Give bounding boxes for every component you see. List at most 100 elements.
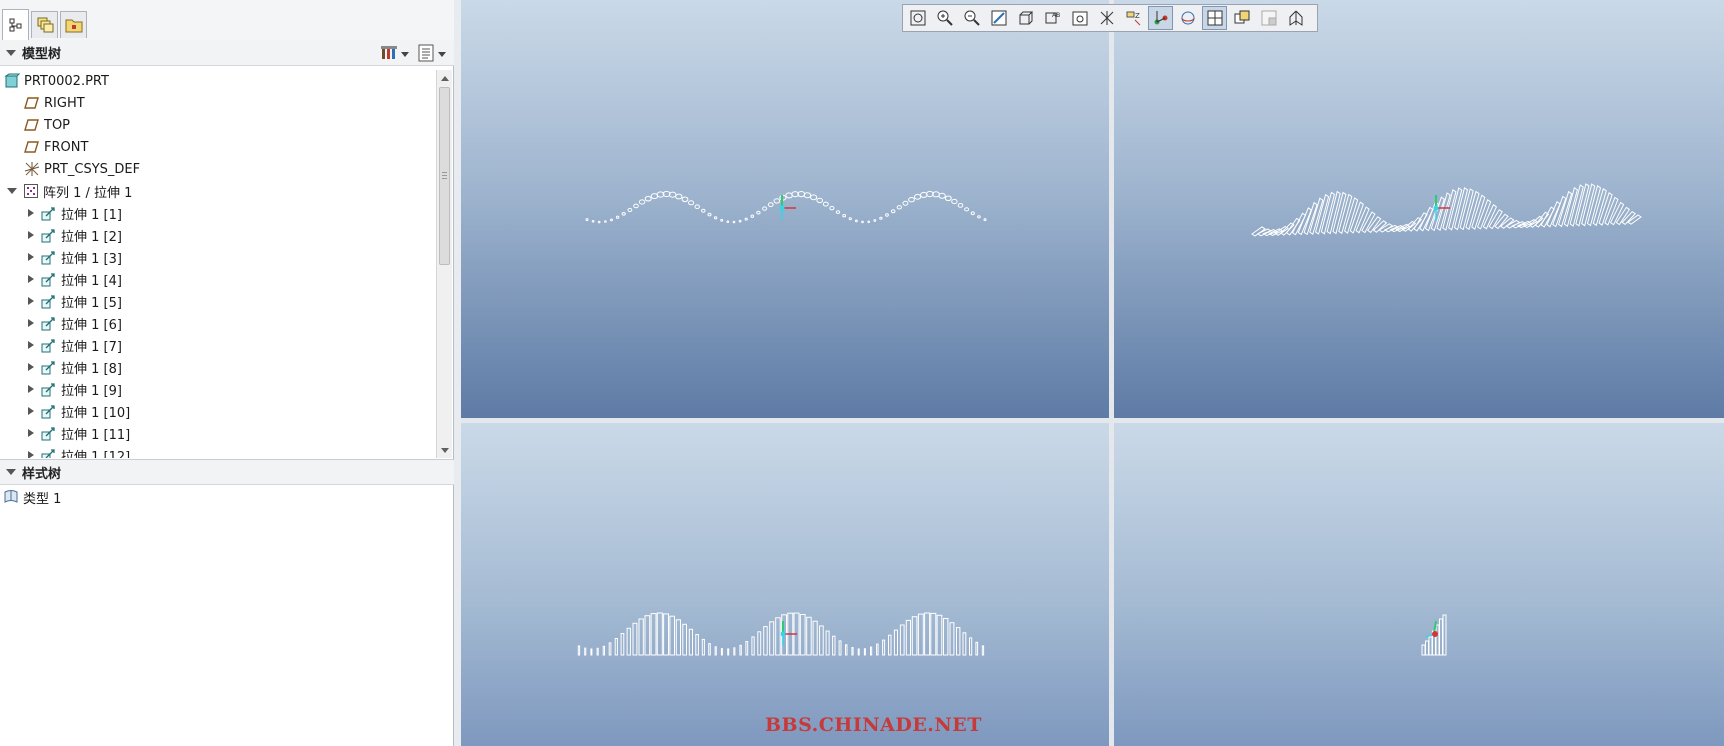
- tree-item-label: 拉伸 1 [4]: [61, 273, 122, 289]
- tree-item-1[interactable]: PRT0002.PRT: [4, 70, 438, 92]
- viewport-top-right[interactable]: [1114, 0, 1724, 418]
- datum-display-button[interactable]: [1094, 6, 1119, 30]
- list-view-icon: [417, 44, 435, 65]
- expand-toggle-icon[interactable]: [28, 209, 34, 217]
- tree-item-label: 拉伸 1 [10]: [61, 405, 131, 421]
- folder-tab[interactable]: [60, 11, 87, 38]
- extrude-icon: [41, 337, 57, 353]
- layers-tab[interactable]: [31, 11, 58, 38]
- tree-item-9[interactable]: 拉伸 1 [3]: [28, 246, 454, 268]
- tree-item-6[interactable]: 阵列 1 / 拉伸 1: [7, 180, 454, 202]
- style-tree-item[interactable]: 类型 1: [3, 486, 437, 508]
- expand-toggle-icon[interactable]: [28, 429, 34, 437]
- tree-item-13[interactable]: 拉伸 1 [7]: [28, 334, 454, 356]
- navigator-panel: 模型树 PRT0002.PRT RIGHT TOP FRONT PRT_CSYS…: [0, 0, 454, 746]
- tree-item-label: 阵列 1 / 拉伸 1: [43, 185, 133, 201]
- expand-toggle-icon[interactable]: [28, 385, 34, 393]
- settings-dropdown-button[interactable]: [378, 43, 411, 66]
- tree-item-15[interactable]: 拉伸 1 [9]: [28, 378, 454, 400]
- link-view-button[interactable]: [1256, 6, 1281, 30]
- tree-item-2[interactable]: RIGHT: [24, 92, 454, 114]
- expand-toggle-icon[interactable]: [28, 341, 34, 349]
- zoom-in-button[interactable]: [932, 6, 957, 30]
- grip-line: [442, 178, 447, 179]
- viewport-splitter-horizontal[interactable]: [461, 418, 1724, 423]
- view-manager-button[interactable]: [1067, 6, 1092, 30]
- section-view-button[interactable]: [1283, 6, 1308, 30]
- style-tree-header[interactable]: 样式树: [0, 459, 454, 485]
- four-view-button[interactable]: [1202, 6, 1227, 30]
- scroll-thumb[interactable]: [439, 87, 450, 265]
- folder-tab-icon: [65, 17, 83, 33]
- viewport-bottom-right[interactable]: [1114, 423, 1724, 746]
- section-view-icon: [1286, 8, 1306, 28]
- style-tree-title: 样式树: [22, 466, 62, 482]
- csys-triad-icon: [779, 195, 796, 220]
- repaint-button[interactable]: [986, 6, 1011, 30]
- tree-item-10[interactable]: 拉伸 1 [4]: [28, 268, 454, 290]
- extrude-icon: [41, 249, 57, 265]
- display-style-button[interactable]: [1013, 6, 1038, 30]
- extrude-icon: [41, 227, 57, 243]
- show-dropdown-button[interactable]: [415, 43, 448, 66]
- tree-item-12[interactable]: 拉伸 1 [6]: [28, 312, 454, 334]
- tree-scrollbar[interactable]: [436, 70, 452, 458]
- copy-view-button[interactable]: [1229, 6, 1254, 30]
- tree-item-7[interactable]: 拉伸 1 [1]: [28, 202, 454, 224]
- extrude-icon: [41, 425, 57, 441]
- display-style-icon: [1016, 8, 1036, 28]
- tree-item-11[interactable]: 拉伸 1 [5]: [28, 290, 454, 312]
- part-icon: [4, 73, 20, 89]
- expand-toggle-icon[interactable]: [28, 297, 34, 305]
- tree-item-14[interactable]: 拉伸 1 [8]: [28, 356, 454, 378]
- tree-item-17[interactable]: 拉伸 1 [11]: [28, 422, 454, 444]
- tree-item-label: RIGHT: [44, 95, 85, 111]
- collapse-icon[interactable]: [6, 49, 16, 56]
- tree-item-8[interactable]: 拉伸 1 [2]: [28, 224, 454, 246]
- orient-mode-button[interactable]: [1175, 6, 1200, 30]
- model-tree: PRT0002.PRT RIGHT TOP FRONT PRT_CSYS_DEF 阵列 1…: [0, 68, 454, 458]
- expand-toggle-icon[interactable]: [28, 275, 34, 283]
- expand-toggle-icon[interactable]: [28, 319, 34, 327]
- extrude-icon: [41, 293, 57, 309]
- extrude-icon: [41, 315, 57, 331]
- model-tree-header[interactable]: 模型树: [0, 40, 454, 66]
- zoom-in-icon: [935, 8, 955, 28]
- tree-item-label: TOP: [44, 117, 71, 133]
- tree-item-4[interactable]: FRONT: [24, 136, 454, 158]
- expand-toggle-icon[interactable]: [28, 231, 34, 239]
- repaint-icon: [989, 8, 1009, 28]
- arrow-up-icon: [440, 75, 449, 81]
- pattern-iso-view: [1251, 183, 1642, 237]
- tree-item-label: 拉伸 1 [12]: [61, 449, 131, 459]
- expand-toggle-icon[interactable]: [28, 363, 34, 371]
- datum-plane-icon: [24, 95, 40, 111]
- tree-item-18[interactable]: 拉伸 1 [12]: [28, 444, 454, 458]
- expand-toggle-icon[interactable]: [28, 253, 34, 261]
- saved-views-button[interactable]: AB: [1040, 6, 1065, 30]
- spin-center-button[interactable]: [1148, 6, 1173, 30]
- zoom-out-button[interactable]: [959, 6, 984, 30]
- annotation-display-button[interactable]: Z: [1121, 6, 1146, 30]
- expand-toggle-icon[interactable]: [28, 407, 34, 415]
- tree-item-label: PRT_CSYS_DEF: [44, 161, 141, 177]
- viewport-bottom-left[interactable]: [461, 423, 1109, 746]
- viewport-top-left[interactable]: [461, 0, 1109, 418]
- expand-toggle-icon[interactable]: [7, 188, 17, 194]
- top-right-view-graphics: [1251, 183, 1642, 237]
- pattern-top-view: [585, 190, 987, 224]
- scroll-down-button[interactable]: [437, 442, 452, 458]
- scroll-up-button[interactable]: [437, 70, 452, 86]
- tree-item-16[interactable]: 拉伸 1 [10]: [28, 400, 454, 422]
- model-tree-tab[interactable]: [2, 9, 29, 40]
- tree-item-3[interactable]: TOP: [24, 114, 454, 136]
- viewport-splitter-vertical[interactable]: [1109, 0, 1114, 746]
- csys-triad-icon: [780, 621, 797, 646]
- expand-toggle-icon[interactable]: [28, 451, 34, 458]
- tree-item-5[interactable]: PRT_CSYS_DEF: [24, 158, 454, 180]
- copy-view-icon: [1232, 8, 1252, 28]
- refit-button[interactable]: [905, 6, 930, 30]
- collapse-icon[interactable]: [6, 469, 16, 475]
- tree-item-label: 拉伸 1 [3]: [61, 251, 122, 267]
- panel-sash[interactable]: [454, 0, 461, 746]
